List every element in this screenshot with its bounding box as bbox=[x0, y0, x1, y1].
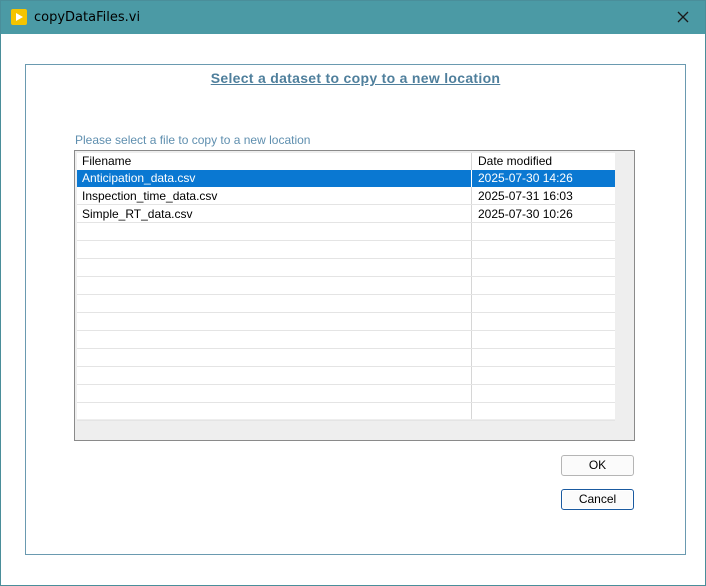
empty-row[interactable] bbox=[77, 242, 615, 259]
close-icon bbox=[677, 11, 689, 23]
empty-row[interactable] bbox=[77, 224, 615, 241]
empty-row[interactable] bbox=[77, 404, 615, 421]
dialog-window: copyDataFiles.vi Select a dataset to cop… bbox=[0, 0, 706, 586]
date-modified-cell: 2025-07-30 14:26 bbox=[478, 171, 573, 185]
empty-row[interactable] bbox=[77, 350, 615, 367]
column-header-date-modified[interactable]: Date modified bbox=[478, 153, 552, 169]
empty-row[interactable] bbox=[77, 332, 615, 349]
empty-row[interactable] bbox=[77, 368, 615, 385]
labview-vi-icon bbox=[11, 9, 27, 25]
table-row[interactable]: Inspection_time_data.csv 2025-07-31 16:03 bbox=[77, 188, 615, 205]
file-name-cell: Anticipation_data.csv bbox=[82, 171, 196, 185]
empty-row[interactable] bbox=[77, 386, 615, 403]
file-name-cell: Simple_RT_data.csv bbox=[82, 207, 193, 221]
empty-row[interactable] bbox=[77, 314, 615, 331]
table-row[interactable]: Anticipation_data.csv 2025-07-30 14:26 bbox=[77, 170, 615, 187]
row-separator bbox=[471, 170, 472, 187]
window-title: copyDataFiles.vi bbox=[34, 10, 141, 25]
title-bar[interactable]: copyDataFiles.vi bbox=[1, 1, 705, 34]
date-modified-cell: 2025-07-30 10:26 bbox=[478, 207, 573, 221]
date-modified-cell: 2025-07-31 16:03 bbox=[478, 189, 573, 203]
file-listbox[interactable]: Filename Date modified Anticipation_data… bbox=[74, 150, 635, 441]
close-button[interactable] bbox=[661, 1, 705, 34]
file-list-label: Please select a file to copy to a new lo… bbox=[75, 133, 311, 147]
table-row[interactable]: Simple_RT_data.csv 2025-07-30 10:26 bbox=[77, 206, 615, 223]
file-name-cell: Inspection_time_data.csv bbox=[82, 189, 218, 203]
dialog-heading: Select a dataset to copy to a new locati… bbox=[210, 70, 501, 86]
dialog-frame: Select a dataset to copy to a new locati… bbox=[25, 64, 686, 555]
empty-row[interactable] bbox=[77, 260, 615, 277]
cancel-button[interactable]: Cancel bbox=[561, 489, 634, 510]
empty-row[interactable] bbox=[77, 296, 615, 313]
ok-button[interactable]: OK bbox=[561, 455, 634, 476]
column-header-filename[interactable]: Filename bbox=[82, 153, 131, 169]
file-list-body: Filename Date modified Anticipation_data… bbox=[77, 153, 615, 421]
empty-row[interactable] bbox=[77, 278, 615, 295]
